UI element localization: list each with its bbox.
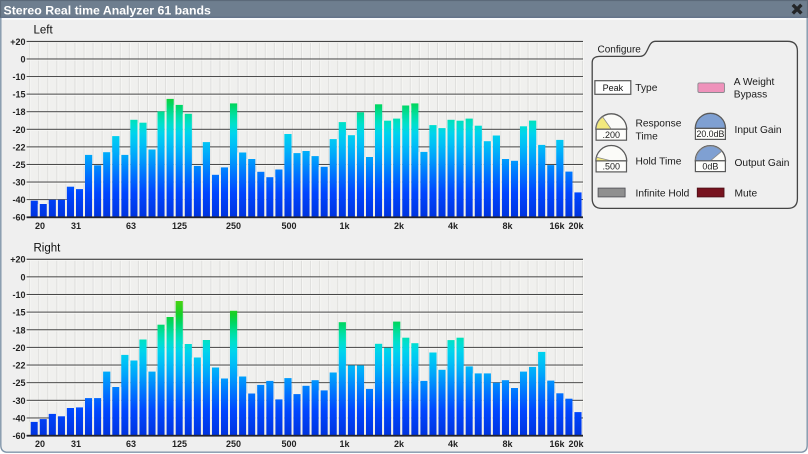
svg-text:Stereo Real time Analyzer 61 b: Stereo Real time Analyzer 61 bands <box>4 3 211 17</box>
svg-text:.500: .500 <box>603 162 621 172</box>
svg-text:-20: -20 <box>12 125 25 135</box>
svg-text:-60: -60 <box>12 213 25 223</box>
svg-text:63: 63 <box>126 221 136 231</box>
svg-text:16k: 16k <box>549 439 565 449</box>
svg-text:-15: -15 <box>12 308 25 318</box>
svg-text:A Weight: A Weight <box>734 77 775 88</box>
svg-text:20: 20 <box>35 439 45 449</box>
svg-text:-60: -60 <box>12 431 25 441</box>
svg-text:-25: -25 <box>12 160 25 170</box>
svg-text:Peak: Peak <box>603 83 624 93</box>
svg-text:4k: 4k <box>448 439 459 449</box>
svg-text:1k: 1k <box>339 439 350 449</box>
svg-text:0: 0 <box>20 272 25 282</box>
svg-text:-30: -30 <box>12 396 25 406</box>
svg-text:Configure: Configure <box>598 44 642 55</box>
svg-text:Time: Time <box>636 131 659 142</box>
svg-text:Right: Right <box>34 243 62 255</box>
svg-text:125: 125 <box>172 439 187 449</box>
svg-text:31: 31 <box>71 221 81 231</box>
svg-text:4k: 4k <box>448 221 459 231</box>
svg-text:-15: -15 <box>12 90 25 100</box>
svg-text:8k: 8k <box>502 221 513 231</box>
svg-text:-40: -40 <box>12 414 25 424</box>
svg-text:250: 250 <box>226 221 241 231</box>
svg-text:63: 63 <box>126 439 136 449</box>
svg-text:-40: -40 <box>12 195 25 205</box>
svg-text:-10: -10 <box>12 290 25 300</box>
svg-text:Left: Left <box>34 25 54 37</box>
svg-text:Mute: Mute <box>735 189 758 200</box>
svg-text:500: 500 <box>281 221 296 231</box>
svg-text:+20: +20 <box>10 255 25 265</box>
svg-text:Input Gain: Input Gain <box>735 125 782 136</box>
svg-text:2k: 2k <box>394 221 405 231</box>
svg-text:125: 125 <box>172 221 187 231</box>
svg-text:-10: -10 <box>12 72 25 82</box>
svg-text:1k: 1k <box>339 221 350 231</box>
svg-text:-22: -22 <box>12 361 25 371</box>
svg-text:Response: Response <box>636 119 682 130</box>
svg-text:31: 31 <box>71 439 81 449</box>
svg-text:2k: 2k <box>394 439 405 449</box>
svg-text:20.0dB: 20.0dB <box>696 129 724 139</box>
svg-text:0: 0 <box>20 55 25 65</box>
svg-text:20: 20 <box>35 221 45 231</box>
svg-text:8k: 8k <box>502 439 513 449</box>
svg-text:-30: -30 <box>12 178 25 188</box>
svg-text:Bypass: Bypass <box>734 89 767 100</box>
svg-text:-18: -18 <box>12 325 25 335</box>
svg-text:250: 250 <box>226 439 241 449</box>
svg-text:-22: -22 <box>12 142 25 152</box>
svg-text:Infinite Hold: Infinite Hold <box>636 189 690 200</box>
svg-text:20k: 20k <box>568 439 584 449</box>
svg-text:0dB: 0dB <box>702 161 718 171</box>
svg-text:500: 500 <box>281 439 296 449</box>
svg-text:.200: .200 <box>603 130 621 140</box>
svg-text:-20: -20 <box>12 343 25 353</box>
svg-text:Hold Time: Hold Time <box>636 157 682 168</box>
svg-text:Type: Type <box>635 83 657 94</box>
svg-text:+20: +20 <box>10 37 25 47</box>
svg-text:-18: -18 <box>12 107 25 117</box>
svg-text:16k: 16k <box>549 221 565 231</box>
svg-text:20k: 20k <box>568 221 584 231</box>
svg-text:Output Gain: Output Gain <box>735 158 790 169</box>
svg-text:-25: -25 <box>12 378 25 388</box>
